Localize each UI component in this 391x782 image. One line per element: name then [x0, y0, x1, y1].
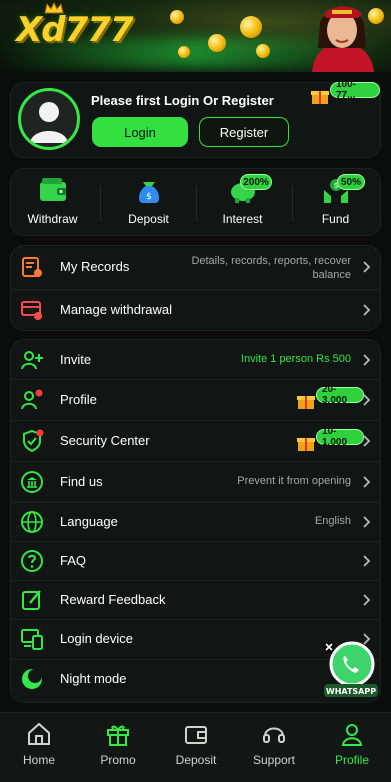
user-icon: [30, 102, 68, 143]
deposit-action[interactable]: $ Deposit: [100, 172, 197, 232]
gift-icon: [107, 725, 129, 746]
money-bag-icon: $: [138, 182, 159, 203]
my-records-detail: Details, records, reports, recover balan…: [191, 255, 351, 281]
devices-icon: [21, 629, 43, 650]
invite-row[interactable]: Invite Invite 1 person Rs 500: [10, 340, 381, 380]
shield-check-icon: [23, 429, 44, 453]
chevron-right-icon: [363, 516, 371, 528]
moon-icon: [22, 669, 42, 689]
whatsapp-icon: WHATSAPP: [323, 641, 378, 697]
register-button[interactable]: Register: [199, 117, 289, 147]
user-icon: [341, 724, 363, 746]
chevron-right-icon: [363, 435, 371, 447]
coin-icon: [208, 34, 226, 52]
manage-withdrawal-label: Manage withdrawal: [60, 302, 173, 317]
gift-icon: [297, 396, 315, 409]
coin-icon: [256, 44, 270, 58]
nav-deposit-label: Deposit: [175, 753, 217, 767]
promo-banner[interactable]: Xd777: [0, 0, 391, 72]
chevron-right-icon: [363, 304, 371, 316]
find-us-row[interactable]: Find us Prevent it from opening: [10, 462, 381, 502]
headset-icon: [263, 727, 285, 743]
mascot-illustration: [312, 6, 374, 72]
question-icon: [21, 550, 43, 572]
find-us-detail: Prevent it from opening: [237, 475, 351, 487]
gift-icon: [311, 91, 329, 104]
reward-feedback-label: Reward Feedback: [60, 592, 166, 607]
security-center-row[interactable]: Security Center 10-1,000: [10, 421, 381, 461]
home-icon: [28, 722, 50, 745]
gift-icon: [297, 438, 315, 451]
withdraw-label: Withdraw: [27, 212, 78, 226]
login-prompt: Please first Login Or Register: [91, 93, 274, 108]
chevron-right-icon: [363, 261, 371, 273]
night-mode-label: Night mode: [60, 671, 127, 686]
records-icon: [22, 257, 42, 277]
avatar[interactable]: [18, 88, 80, 150]
bank-icon: [21, 471, 43, 493]
wallet-icon: [39, 178, 66, 201]
withdraw-action[interactable]: Withdraw: [4, 172, 101, 232]
my-records-label: My Records: [60, 259, 130, 274]
login-button[interactable]: Login: [92, 117, 188, 147]
my-records-row[interactable]: My Records Details, records, reports, re…: [10, 247, 381, 287]
fund-badge: 50%: [337, 174, 365, 190]
card-settings-icon: [21, 301, 42, 320]
language-row[interactable]: Language English: [10, 502, 381, 542]
nav-home-label: Home: [22, 753, 55, 767]
svg-text:$: $: [146, 192, 152, 202]
nav-profile-label: Profile: [334, 753, 369, 767]
brand-logo: Xd777: [16, 10, 134, 50]
nav-promo-label: Promo: [100, 753, 136, 767]
nav-support[interactable]: Support: [235, 713, 313, 782]
chevron-right-icon: [363, 594, 371, 606]
whatsapp-button[interactable]: WHATSAPP: [322, 640, 380, 700]
deposit-label: Deposit: [128, 212, 169, 226]
interest-badge: 200%: [240, 174, 272, 190]
nav-promo[interactable]: Promo: [79, 713, 157, 782]
coin-icon: [240, 16, 262, 38]
profile-label: Profile: [60, 392, 97, 407]
fund-action[interactable]: $ 50% Fund: [287, 172, 384, 232]
user-edit-icon: [21, 389, 43, 410]
faq-label: FAQ: [60, 553, 87, 568]
reward-feedback-row[interactable]: Reward Feedback: [10, 580, 381, 620]
faq-row[interactable]: FAQ: [10, 541, 381, 581]
profile-row[interactable]: Profile 20-3,000: [10, 380, 381, 420]
nav-deposit[interactable]: Deposit: [157, 713, 235, 782]
find-us-label: Find us: [60, 474, 103, 489]
language-value: English: [314, 515, 351, 527]
invite-detail: Invite 1 person Rs 500: [240, 353, 351, 365]
profile-badge: 20-3,000: [316, 384, 364, 406]
nav-support-label: Support: [252, 753, 296, 767]
add-user-icon: [21, 351, 43, 370]
fund-label: Fund: [321, 212, 350, 226]
security-badge: 10-1,000: [316, 426, 364, 448]
coin-icon: [178, 46, 190, 58]
manage-withdrawal-row[interactable]: Manage withdrawal: [10, 290, 381, 330]
language-label: Language: [60, 514, 118, 529]
feedback-icon: [22, 590, 41, 610]
promo-badge[interactable]: 100-77...: [330, 79, 380, 101]
chevron-right-icon: [363, 354, 371, 366]
whatsapp-label: WHATSAPP: [326, 687, 376, 696]
chevron-right-icon: [363, 476, 371, 488]
invite-label: Invite: [60, 352, 92, 367]
chevron-right-icon: [363, 394, 371, 406]
interest-label: Interest: [222, 212, 263, 226]
security-center-label: Security Center: [60, 433, 150, 448]
globe-icon: [21, 511, 43, 533]
login-device-label: Login device: [60, 631, 133, 646]
wallet-icon: [185, 726, 207, 744]
coin-icon: [170, 10, 184, 24]
nav-profile[interactable]: Profile: [313, 713, 391, 782]
interest-action[interactable]: 200% Interest: [194, 172, 291, 232]
bottom-nav: Home Promo Deposit Support Profile: [0, 712, 391, 782]
chevron-right-icon: [363, 555, 371, 567]
nav-home[interactable]: Home: [0, 713, 78, 782]
